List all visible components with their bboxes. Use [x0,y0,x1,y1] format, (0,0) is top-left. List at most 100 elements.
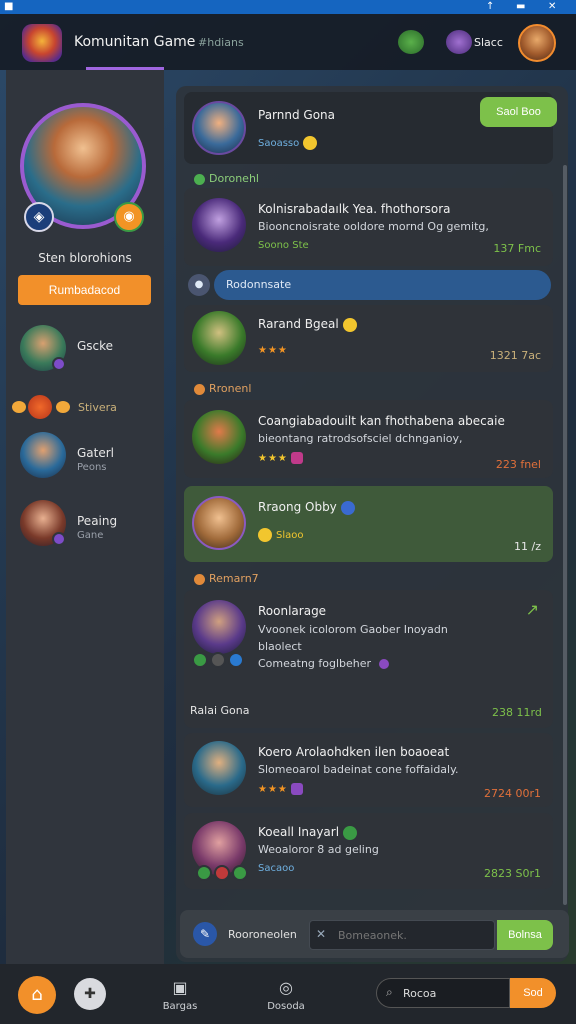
section-icon [194,173,205,185]
post-text: Biooncnoisrate ooldore mornd Og gemitg, [258,220,489,233]
tag-icon [290,783,303,795]
post-avatar[interactable] [192,600,246,654]
post-title: Rraong Obby [258,500,355,515]
app-status-icon: ■ [4,1,14,12]
friend-item[interactable]: Peaing Gane [20,500,160,550]
announcement-bar[interactable]: Rodonnsate [214,270,551,300]
post-card[interactable]: Coangiabadouilt kan fhothabena abecaie b… [184,400,553,478]
section-header: Doronehl [194,172,259,185]
post-text: bieontang ratrodsofsciel dchnganioy, [258,432,463,445]
system-status-bar: ■ ↑ ▬ ✕ [0,0,576,14]
search-input[interactable] [376,978,510,1008]
post-title: Roonlarage [258,604,327,618]
reaction-icon[interactable] [210,652,226,668]
post-avatar[interactable] [192,311,246,365]
reaction-chips [192,652,246,668]
post-text: Weoaloror 8 ad geling [258,843,379,856]
post-card[interactable]: Rarand Bgeal ★★★ 1321 7ac [184,305,553,372]
post-user-time: 238 11rd [492,706,542,719]
post-avatar[interactable] [192,198,246,252]
post-meta: Sacaoo [258,863,295,874]
post-title: Koero Arolaohdken ilen boaoeat [258,745,450,759]
app-subtitle[interactable]: #hdians [198,36,244,49]
streak-label: Stivera [78,401,117,414]
pages-icon[interactable]: ▣ [158,978,202,997]
friend-status: Gane [77,530,104,541]
friend-status: Peons [77,462,107,473]
rank-badge-icon: ◈ [24,202,54,232]
post-title-text: Rraong Obby [258,500,337,514]
profile-action-button[interactable]: Rumbadacod [18,275,151,305]
post-title: Koeall Inayarl [258,825,358,840]
group-avatar[interactable] [192,101,246,155]
send-button[interactable]: Bolnsa [497,920,553,950]
home-icon[interactable]: ⌂ [18,976,56,1014]
reaction-icon[interactable] [214,865,230,881]
post-card[interactable]: Koeall Inayarl Weoaloror 8 ad geling Sac… [184,813,553,889]
scrollbar[interactable] [563,165,567,905]
controller-icon[interactable] [398,30,424,54]
post-avatar[interactable] [192,741,246,795]
reaction-icon[interactable] [196,865,212,881]
profile-nav-icon[interactable]: ✚ [74,978,106,1010]
post-time: 2724 00r1 [483,787,541,800]
reaction-icon[interactable] [228,652,244,668]
smile-icon [258,528,272,542]
pin-icon[interactable]: ↑ [486,0,494,14]
reaction-icon[interactable] [232,865,248,881]
friend-status-dot [52,357,66,371]
post-meta-text: Slaoo [276,530,304,541]
post-avatar[interactable] [192,496,246,550]
app-logo-icon [22,24,62,62]
post-avatar[interactable] [192,410,246,464]
streak-row[interactable]: Stivera [12,395,162,419]
post-card[interactable]: Koero Arolaohdken ilen boaoeat Slomeoaro… [184,733,553,807]
smile-icon [342,317,357,332]
close-icon[interactable]: ✕ [548,0,556,14]
smile-icon [303,136,318,150]
compose-icon[interactable]: ✎ [193,922,217,946]
trend-icon: ↗ [525,600,539,619]
reaction-icon[interactable] [192,652,208,668]
post-text: Slomeoarol badeinat cone foffaidaly. [258,763,459,776]
nav-label-pages[interactable]: Bargas [150,1001,210,1012]
chat-icon[interactable]: ◎ [264,978,308,997]
join-button[interactable]: Saol Boo [480,97,557,127]
minimize-icon[interactable]: ▬ [516,0,525,14]
post-title-text: Rarand Bgeal [258,317,339,331]
app-title: Komunitan Game [74,34,196,50]
message-input[interactable] [309,920,495,950]
group-title: Parnnd Gona [258,108,336,122]
post-user-row[interactable]: Ralai Gona [190,704,249,717]
group-meta-text: Saoasso [258,138,300,149]
friend-name: Peaing [77,514,118,528]
post-card-highlighted[interactable]: Rraong Obby Slaoo 11 /z [184,486,553,562]
section-label: Remarn7 [209,572,259,585]
attach-icon[interactable]: ✕ [316,927,326,941]
search-go-button[interactable]: Sod [510,978,556,1008]
tag-icon [290,452,303,464]
rating-stars: ★★★ [258,783,303,795]
broadcast-icon: ● [188,274,210,296]
post-time: 11 /z [514,540,541,553]
composer-label[interactable]: Rooroneolen [228,928,297,941]
post-time: 1321 7ac [489,349,541,362]
post-time: 223 fnel [495,458,541,471]
nav-label-chat[interactable]: Dosoda [256,1001,316,1012]
friend-item[interactable]: Gaterl Peons [20,432,160,482]
top-user-label[interactable]: Slacc [474,36,503,49]
notification-icon[interactable] [446,30,472,54]
post-title: Coangiabadouilt kan fhothabena abecaie [258,414,505,428]
section-header: Rronenl [194,382,251,395]
post-title: Rarand Bgeal [258,317,357,332]
flame-icon [56,401,70,413]
post-meta: Slaoo [258,528,304,542]
user-avatar[interactable] [518,24,556,62]
reaction-chips [196,865,250,881]
friend-item[interactable]: Gscke [20,325,160,375]
post-card[interactable]: Kolnisrabadaılk Yea. fhothorsora Biooncn… [184,188,553,266]
post-meta: Soono Ste [258,240,309,251]
section-icon [194,383,205,395]
friend-status-dot [52,532,66,546]
post-text-line: Comeatng foglbeher [258,657,372,670]
